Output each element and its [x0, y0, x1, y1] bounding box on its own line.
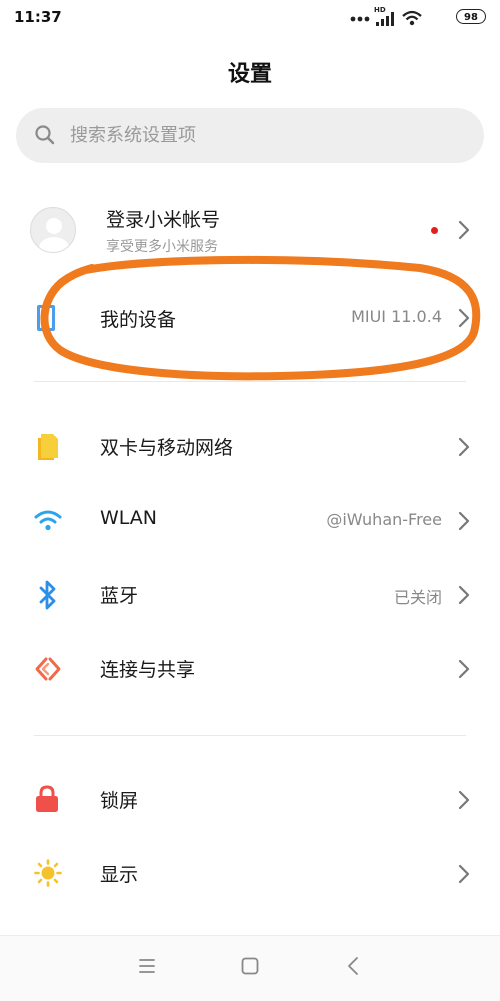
notification-dots-icon — [350, 16, 370, 22]
search-bar[interactable] — [16, 108, 484, 163]
chevron-right-icon — [458, 790, 470, 810]
notification-dot — [431, 227, 438, 234]
chevron-right-icon — [458, 585, 470, 605]
chevron-right-icon — [458, 864, 470, 884]
avatar-placeholder-icon — [39, 218, 69, 252]
chevron-right-icon — [458, 437, 470, 457]
section-divider — [34, 381, 466, 382]
device-icon — [37, 305, 55, 331]
account-subtitle: 享受更多小米服务 — [106, 239, 218, 255]
page-title: 设置 — [227, 62, 272, 87]
connection-sharing-icon — [35, 657, 61, 681]
connection-sharing-row[interactable]: 连接与共享 — [0, 640, 500, 698]
menu-icon[interactable] — [138, 956, 156, 976]
lock-screen-row[interactable]: 锁屏 — [0, 770, 500, 828]
status-icons: HD — [348, 6, 448, 28]
search-icon — [35, 125, 55, 145]
wlan-row[interactable]: WLAN @iWuhan-Free — [0, 492, 500, 550]
sun-icon — [34, 859, 62, 887]
chevron-right-icon — [458, 220, 470, 240]
account-title: 登录小米帐号 — [106, 209, 221, 231]
battery-icon: 98 — [456, 9, 486, 24]
chevron-right-icon — [458, 511, 470, 531]
home-icon[interactable] — [240, 956, 260, 976]
chevron-right-icon — [458, 308, 470, 328]
dual-sim-label: 双卡与移动网络 — [100, 437, 234, 459]
lock-icon — [36, 785, 58, 812]
my-device-version: MIUI 11.0.4 — [351, 307, 442, 326]
bluetooth-row[interactable]: 蓝牙 已关闭 — [0, 566, 500, 624]
sim-card-icon — [38, 434, 58, 460]
bluetooth-icon — [39, 580, 56, 610]
bluetooth-status: 已关闭 — [393, 588, 442, 607]
lock-screen-label: 锁屏 — [100, 790, 139, 812]
connection-sharing-label: 连接与共享 — [100, 659, 196, 681]
back-icon[interactable] — [346, 956, 360, 976]
avatar[interactable] — [30, 207, 76, 253]
search-input[interactable] — [70, 108, 470, 163]
bluetooth-label: 蓝牙 — [100, 585, 139, 607]
wlan-network-name: @iWuhan-Free — [326, 510, 442, 529]
dual-sim-row[interactable]: 双卡与移动网络 — [0, 418, 500, 476]
section-divider — [34, 735, 466, 736]
display-row[interactable]: 显示 — [0, 844, 500, 902]
status-bar: 11:37 HD 98 — [0, 0, 500, 36]
status-time: 11:37 — [14, 8, 62, 26]
chevron-right-icon — [458, 659, 470, 679]
wifi-icon — [34, 510, 62, 531]
my-device-row[interactable]: 我的设备 MIUI 11.0.4 — [0, 288, 500, 348]
my-device-label: 我的设备 — [100, 309, 177, 331]
signal-icon — [376, 12, 394, 26]
wlan-label: WLAN — [100, 507, 158, 529]
display-label: 显示 — [100, 864, 139, 886]
wifi-status-icon — [402, 10, 422, 26]
navigation-bar — [0, 935, 500, 1001]
